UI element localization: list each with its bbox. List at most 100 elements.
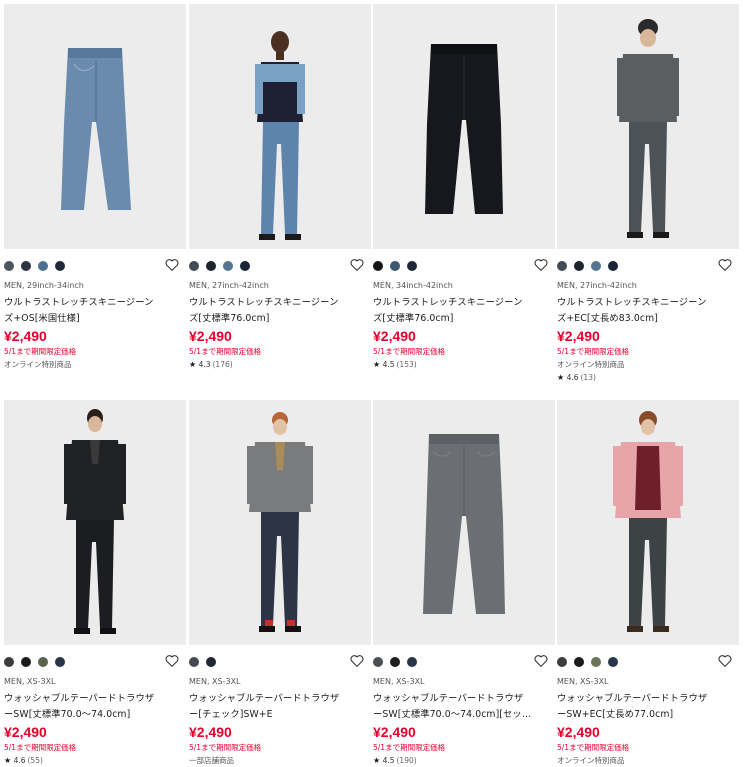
- model-icon: [557, 4, 739, 249]
- product-card[interactable]: MEN, 34inch-42inch ウルトラストレッチスキニージーン ズ[丈標…: [373, 4, 555, 370]
- heart-outline-icon[interactable]: [717, 653, 733, 669]
- color-swatch[interactable]: [557, 657, 567, 667]
- color-swatch[interactable]: [373, 261, 383, 271]
- promo-text: 5/1まで期間限定価格: [4, 347, 77, 356]
- review-count: (190): [396, 756, 417, 765]
- color-swatches: [557, 653, 739, 671]
- color-swatches: [373, 653, 555, 671]
- color-swatch[interactable]: [574, 657, 584, 667]
- star-icon: ★: [373, 756, 381, 765]
- color-swatch[interactable]: [591, 261, 601, 271]
- color-swatch[interactable]: [4, 261, 14, 271]
- product-name-line: ウルトラストレッチスキニージーン: [557, 297, 707, 308]
- color-swatch[interactable]: [608, 657, 618, 667]
- product-name[interactable]: ウルトラストレッチスキニージーン ズ[丈標準76.0cm]: [373, 295, 555, 327]
- product-name[interactable]: ウォッシャブルテーパードトラウザ ーSW[丈標準70.0〜74.0cm][セッ…: [373, 691, 555, 723]
- rating: ★ 4.5 (153): [373, 359, 555, 370]
- color-swatch[interactable]: [55, 657, 65, 667]
- color-swatch[interactable]: [4, 657, 14, 667]
- color-swatch[interactable]: [591, 657, 601, 667]
- trousers-icon: [373, 400, 555, 645]
- color-swatch[interactable]: [189, 261, 199, 271]
- product-image[interactable]: [373, 400, 555, 645]
- color-swatch[interactable]: [206, 657, 216, 667]
- color-swatch[interactable]: [21, 657, 31, 667]
- color-swatch[interactable]: [206, 261, 216, 271]
- promo-text: 5/1まで期間限定価格: [557, 347, 630, 356]
- model-icon: [557, 400, 739, 645]
- promo-text: 5/1まで期間限定価格: [557, 743, 630, 752]
- product-card[interactable]: MEN, 27inch-42inch ウルトラストレッチスキニージーン ズ[丈標…: [189, 4, 371, 370]
- product-name-line: ーSW[丈標準70.0〜74.0cm]: [4, 709, 131, 720]
- color-swatches: [4, 257, 186, 275]
- product-name-line: ウルトラストレッチスキニージーン: [373, 297, 523, 308]
- product-image[interactable]: [189, 400, 371, 645]
- heart-outline-icon[interactable]: [717, 257, 733, 273]
- product-price: ¥2,490: [373, 328, 416, 344]
- product-name[interactable]: ウォッシャブルテーパードトラウザ ーSW[丈標準70.0〜74.0cm]: [4, 691, 186, 723]
- rating-value: 4.5: [382, 360, 395, 369]
- color-swatch[interactable]: [21, 261, 31, 271]
- heart-outline-icon[interactable]: [164, 653, 180, 669]
- product-image[interactable]: [189, 4, 371, 249]
- product-card[interactable]: MEN, XS-3XL ウォッシャブルテーパードトラウザ ーSW[丈標準70.0…: [4, 400, 186, 766]
- review-count: (176): [212, 360, 233, 369]
- review-count: (55): [27, 756, 43, 765]
- product-name-line: ー[チェック]SW+E: [189, 709, 273, 720]
- product-image[interactable]: [4, 400, 186, 645]
- size-range: MEN, 29inch-34inch: [4, 281, 84, 290]
- product-card[interactable]: MEN, XS-3XL ウォッシャブルテーパードトラウザ ーSW[丈標準70.0…: [373, 400, 555, 766]
- color-swatch[interactable]: [240, 261, 250, 271]
- color-swatches: [373, 257, 555, 275]
- heart-outline-icon[interactable]: [164, 257, 180, 273]
- color-swatch[interactable]: [390, 261, 400, 271]
- product-card[interactable]: MEN, XS-3XL ウォッシャブルテーパードトラウザ ーSW+EC[丈長め7…: [557, 400, 739, 766]
- product-card[interactable]: MEN, 27inch-42inch ウルトラストレッチスキニージーン ズ+EC…: [557, 4, 739, 383]
- color-swatch[interactable]: [223, 261, 233, 271]
- rating: ★ 4.6 (55): [4, 755, 186, 766]
- color-swatch[interactable]: [608, 261, 618, 271]
- product-price: ¥2,490: [4, 328, 47, 344]
- product-image[interactable]: [557, 400, 739, 645]
- product-card[interactable]: MEN, 29inch-34inch ウルトラストレッチスキニージーン ズ+OS…: [4, 4, 186, 370]
- product-note: オンライン特別商品: [557, 360, 625, 369]
- color-swatch[interactable]: [373, 657, 383, 667]
- product-price: ¥2,490: [189, 328, 232, 344]
- promo-text: 5/1まで期間限定価格: [189, 347, 262, 356]
- color-swatch[interactable]: [55, 261, 65, 271]
- product-name[interactable]: ウォッシャブルテーパードトラウザ ー[チェック]SW+E: [189, 691, 371, 723]
- size-range: MEN, XS-3XL: [373, 677, 425, 686]
- product-name-line: ズ+EC[丈長め83.0cm]: [557, 313, 658, 324]
- color-swatch[interactable]: [38, 657, 48, 667]
- product-name-line: ウォッシャブルテーパードトラウザ: [4, 693, 155, 704]
- promo-text: 5/1まで期間限定価格: [189, 743, 262, 752]
- color-swatch[interactable]: [390, 657, 400, 667]
- product-name-line: ズ+OS[米国仕様]: [4, 313, 80, 324]
- color-swatch[interactable]: [407, 261, 417, 271]
- heart-outline-icon[interactable]: [349, 257, 365, 273]
- heart-outline-icon[interactable]: [533, 257, 549, 273]
- model-icon: [4, 400, 186, 645]
- product-name[interactable]: ウルトラストレッチスキニージーン ズ+OS[米国仕様]: [4, 295, 186, 327]
- product-price: ¥2,490: [4, 724, 47, 740]
- product-image[interactable]: [4, 4, 186, 249]
- jeans-icon: [373, 4, 555, 249]
- color-swatches: [557, 257, 739, 275]
- product-name[interactable]: ウルトラストレッチスキニージーン ズ+EC[丈長め83.0cm]: [557, 295, 739, 327]
- color-swatch[interactable]: [407, 657, 417, 667]
- product-name[interactable]: ウォッシャブルテーパードトラウザ ーSW+EC[丈長め77.0cm]: [557, 691, 739, 723]
- product-name-line: ズ[丈標準76.0cm]: [373, 313, 454, 324]
- color-swatch[interactable]: [574, 261, 584, 271]
- color-swatch[interactable]: [38, 261, 48, 271]
- review-count: (153): [396, 360, 417, 369]
- size-range: MEN, 27inch-42inch: [557, 281, 637, 290]
- product-name[interactable]: ウルトラストレッチスキニージーン ズ[丈標準76.0cm]: [189, 295, 371, 327]
- color-swatch[interactable]: [189, 657, 199, 667]
- product-image[interactable]: [557, 4, 739, 249]
- heart-outline-icon[interactable]: [533, 653, 549, 669]
- product-card[interactable]: MEN, XS-3XL ウォッシャブルテーパードトラウザ ー[チェック]SW+E…: [189, 400, 371, 766]
- product-name-line: ウォッシャブルテーパードトラウザ: [373, 693, 524, 704]
- color-swatch[interactable]: [557, 261, 567, 271]
- heart-outline-icon[interactable]: [349, 653, 365, 669]
- product-image[interactable]: [373, 4, 555, 249]
